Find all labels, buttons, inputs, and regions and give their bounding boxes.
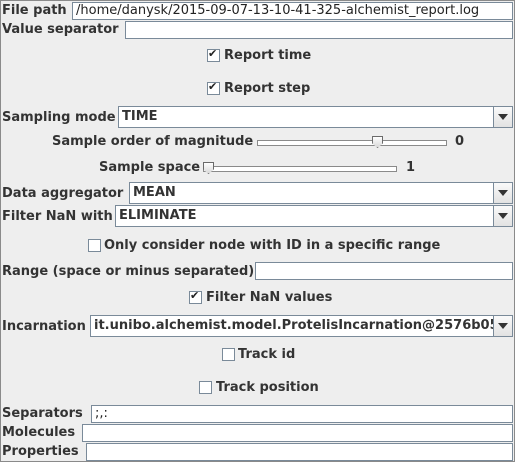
report-time-label: Report time [224,48,312,63]
sample-order-label: Sample order of magnitude [52,134,254,149]
chevron-down-icon[interactable] [493,206,512,226]
properties-input[interactable] [86,443,513,461]
separators-label: Separators [2,406,83,421]
incarnation-value: it.unibo.alchemist.model.ProtelisIncarna… [94,318,505,333]
only-consider-checkbox[interactable] [88,239,101,252]
sample-order-slider-track[interactable] [257,140,447,146]
file-path-input[interactable]: /home/danysk/2015-09-07-13-10-41-325-alc… [72,2,513,20]
filter-nan-with-label: Filter NaN with [2,209,113,224]
sample-space-label: Sample space [99,160,201,175]
filter-nan-with-value: ELIMINATE [119,208,197,223]
filter-nan-values-checkbox[interactable] [189,289,202,304]
filter-nan-values-label: Filter NaN values [206,290,333,305]
separators-input[interactable]: ;,: [91,405,513,423]
only-consider-label: Only consider node with ID in a specific… [104,238,441,253]
filter-nan-with-select[interactable]: ELIMINATE [115,205,513,227]
track-id-label: Track id [238,347,296,362]
incarnation-select[interactable]: it.unibo.alchemist.model.ProtelisIncarna… [90,315,513,337]
report-time-checkbox[interactable] [207,47,220,62]
data-aggregator-label: Data aggregator [2,186,124,201]
value-separator-input[interactable] [125,21,513,39]
sample-order-value: 0 [455,134,465,149]
sample-space-slider-track[interactable] [203,166,397,172]
sampling-mode-label: Sampling mode [2,110,116,125]
molecules-label: Molecules [2,425,76,440]
track-position-label: Track position [216,380,319,395]
track-position-checkbox[interactable] [199,381,212,394]
range-input[interactable] [255,262,513,280]
incarnation-label: Incarnation [2,319,86,334]
value-separator-label: Value separator [2,22,119,37]
data-aggregator-select[interactable]: MEAN [129,182,513,204]
chevron-down-icon[interactable] [493,316,512,336]
molecules-input[interactable] [82,424,513,442]
file-path-label: File path [2,3,67,18]
track-id-checkbox[interactable] [222,348,235,361]
report-step-label: Report step [224,81,311,96]
report-step-checkbox[interactable] [207,80,220,95]
sample-space-value: 1 [406,160,416,175]
sampling-mode-value: TIME [122,109,158,124]
data-aggregator-value: MEAN [133,185,176,200]
sampling-mode-select[interactable]: TIME [118,106,513,128]
range-label: Range (space or minus separated) [2,264,255,279]
chevron-down-icon[interactable] [493,183,512,203]
properties-label: Properties [2,444,79,459]
chevron-down-icon[interactable] [493,107,512,127]
